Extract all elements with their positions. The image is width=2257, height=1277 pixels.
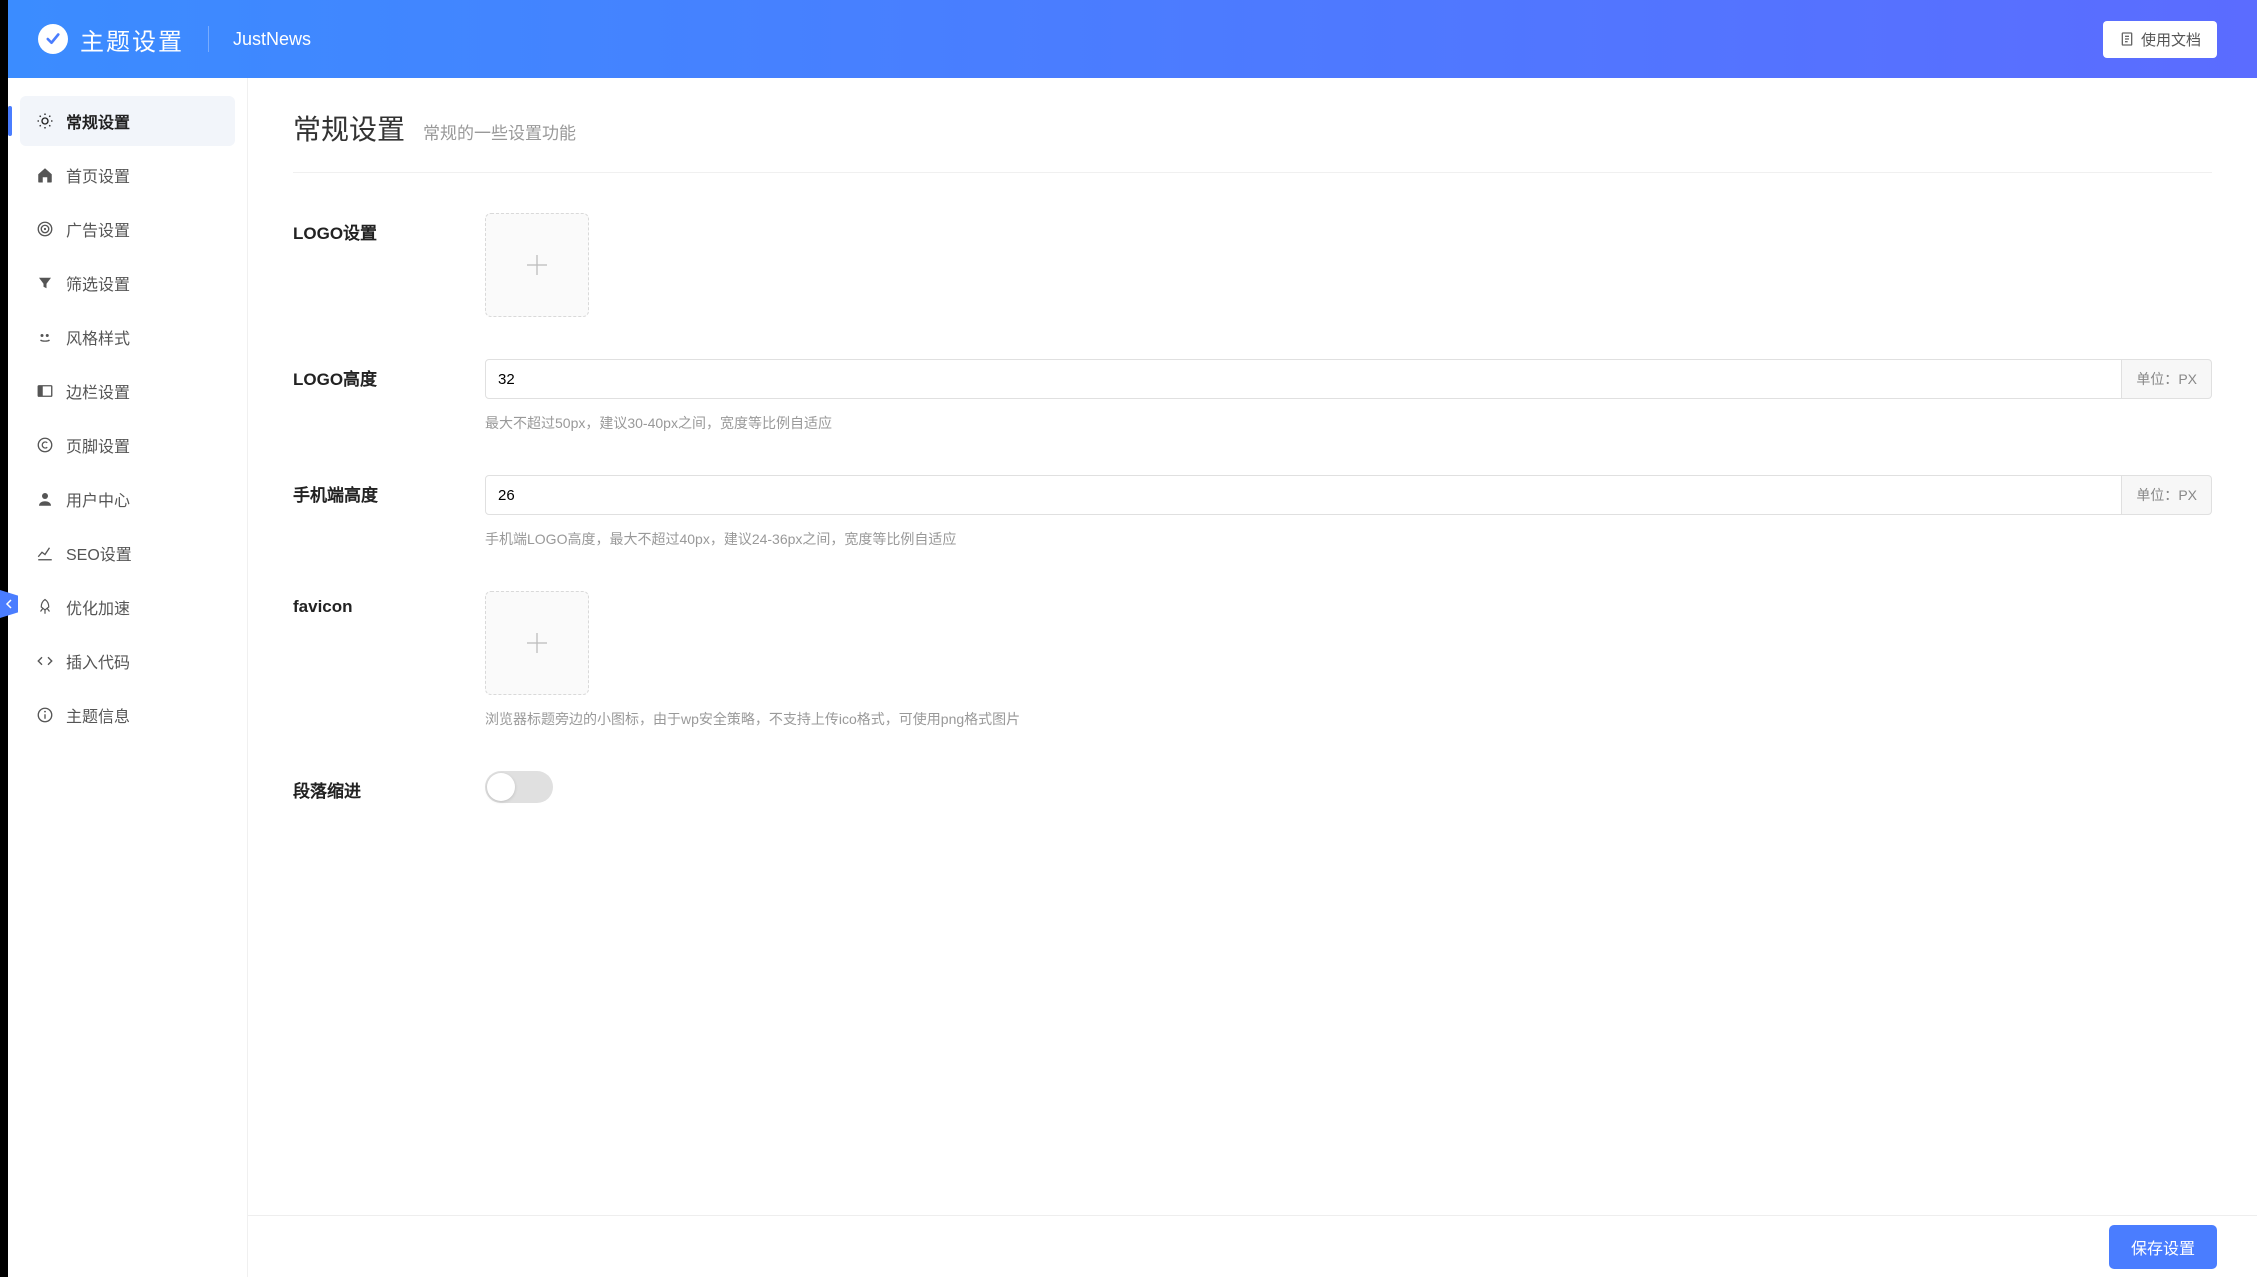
form-row-mobile-height: 手机端高度 单位：PX 手机端LOGO高度，最大不超过40px，建议24-36p…: [293, 475, 2212, 549]
mobile-height-label: 手机端高度: [293, 475, 485, 549]
sidebar-item-3[interactable]: 筛选设置: [20, 258, 235, 308]
mobile-height-input[interactable]: [485, 475, 2122, 515]
form-row-logo: LOGO设置: [293, 213, 2212, 317]
favicon-help: 浏览器标题旁边的小图标，由于wp安全策略，不支持上传ico格式，可使用png格式…: [485, 709, 2212, 729]
docs-button-label: 使用文档: [2141, 29, 2201, 50]
save-button[interactable]: 保存设置: [2109, 1225, 2217, 1269]
sidebar-item-label: 首页设置: [66, 163, 130, 187]
favicon-label: favicon: [293, 591, 485, 729]
sidebar-item-6[interactable]: 页脚设置: [20, 420, 235, 470]
sidebar-item-2[interactable]: 广告设置: [20, 204, 235, 254]
sidebar-icon: [36, 382, 54, 400]
mobile-height-help: 手机端LOGO高度，最大不超过40px，建议24-36px之间，宽度等比例自适应: [485, 529, 2212, 549]
form-row-indent: 段落缩进: [293, 771, 2212, 803]
indent-label: 段落缩进: [293, 771, 485, 803]
logo-height-help: 最大不超过50px，建议30-40px之间，宽度等比例自适应: [485, 413, 2212, 433]
mobile-height-unit: 单位：PX: [2122, 475, 2212, 515]
chart-icon: [36, 544, 54, 562]
logo-height-unit: 单位：PX: [2122, 359, 2212, 399]
toggle-handle: [487, 773, 515, 801]
user-icon: [36, 490, 54, 508]
app-title: 主题设置: [80, 22, 184, 57]
sidebar-item-label: 筛选设置: [66, 271, 130, 295]
logo-upload-box[interactable]: [485, 213, 589, 317]
filter-icon: [36, 274, 54, 292]
sidebar-item-10[interactable]: 插入代码: [20, 636, 235, 686]
sidebar-item-label: 主题信息: [66, 703, 130, 727]
app-header: 主题设置 JustNews 使用文档: [8, 0, 2257, 78]
sidebar-item-9[interactable]: 优化加速: [20, 582, 235, 632]
favicon-upload-box[interactable]: [485, 591, 589, 695]
indent-toggle[interactable]: [485, 771, 553, 803]
logo-height-input[interactable]: [485, 359, 2122, 399]
sidebar-item-7[interactable]: 用户中心: [20, 474, 235, 524]
rocket-icon: [36, 598, 54, 616]
home-icon: [36, 166, 54, 184]
sidebar-item-label: 页脚设置: [66, 433, 130, 457]
palette-icon: [36, 328, 54, 346]
header-left: 主题设置 JustNews: [38, 22, 311, 57]
logo-height-label: LOGO高度: [293, 359, 485, 433]
sidebar: 常规设置首页设置广告设置筛选设置风格样式边栏设置页脚设置用户中心 SEO设置优化加…: [8, 78, 248, 1277]
sidebar-item-label: 常规设置: [66, 109, 130, 133]
page-header: 常规设置 常规的一些设置功能: [293, 108, 2212, 173]
info-icon: [36, 706, 54, 724]
page-subtitle: 常规的一些设置功能: [423, 119, 576, 144]
sidebar-item-label: 优化加速: [66, 595, 130, 619]
sidebar-item-label: 插入代码: [66, 649, 130, 673]
code-icon: [36, 652, 54, 670]
sidebar-item-label: 风格样式: [66, 325, 130, 349]
copyright-icon: [36, 436, 54, 454]
sidebar-item-4[interactable]: 风格样式: [20, 312, 235, 362]
sidebar-item-label: 边栏设置: [66, 379, 130, 403]
docs-button[interactable]: 使用文档: [2103, 21, 2217, 58]
header-divider: [208, 26, 209, 52]
plus-icon: [522, 628, 552, 658]
form-row-favicon: favicon 浏览器标题旁边的小图标，由于wp安全策略，不支持上传ico格式，…: [293, 591, 2212, 729]
sidebar-item-5[interactable]: 边栏设置: [20, 366, 235, 416]
sidebar-item-8[interactable]: SEO设置: [20, 528, 235, 578]
check-icon: [44, 30, 62, 48]
app-subtitle: JustNews: [233, 29, 311, 50]
plus-icon: [522, 250, 552, 280]
sidebar-item-11[interactable]: 主题信息: [20, 690, 235, 740]
gear-icon: [36, 112, 54, 130]
footer-bar: 保存设置: [248, 1215, 2257, 1277]
sidebar-item-0[interactable]: 常规设置: [20, 96, 235, 146]
chevron-left-icon: [4, 599, 14, 609]
document-icon: [2119, 31, 2135, 47]
sidebar-item-label: 用户中心: [66, 487, 130, 511]
sidebar-item-label: SEO设置: [66, 541, 132, 565]
sidebar-item-1[interactable]: 首页设置: [20, 150, 235, 200]
target-icon: [36, 220, 54, 238]
main-content: 常规设置 常规的一些设置功能 LOGO设置 LOGO高度 单位：PX 最大不超过…: [248, 78, 2257, 1277]
page-title: 常规设置: [293, 108, 405, 148]
form-row-logo-height: LOGO高度 单位：PX 最大不超过50px，建议30-40px之间，宽度等比例…: [293, 359, 2212, 433]
logo-label: LOGO设置: [293, 213, 485, 317]
app-logo: [38, 24, 68, 54]
sidebar-item-label: 广告设置: [66, 217, 130, 241]
